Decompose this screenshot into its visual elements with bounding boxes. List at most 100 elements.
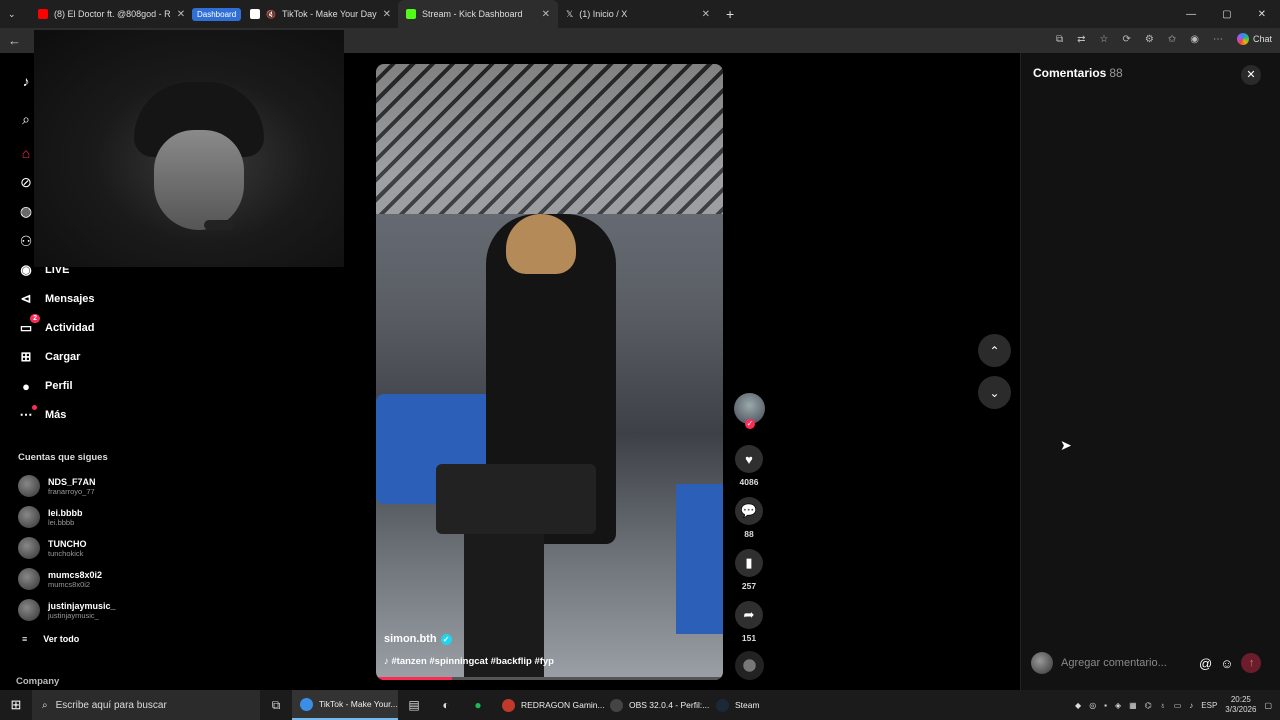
tab-kick[interactable]: Stream - Kick Dashboard ✕: [398, 0, 558, 28]
tab-label: TikTok - Make Your Day: [281, 9, 377, 19]
translate-icon[interactable]: ⇄: [1077, 34, 1085, 45]
tab-youtube[interactable]: (8) El Doctor ft. @808god - R ✕: [30, 0, 188, 28]
copilot-chat-button[interactable]: Chat: [1236, 33, 1272, 45]
nav-label: Más: [45, 409, 67, 421]
search-icon[interactable]: ⌕: [18, 111, 34, 127]
steam-icon[interactable]: ◐: [430, 690, 462, 720]
bookmark-icon[interactable]: ▮: [735, 549, 763, 577]
volume-icon[interactable]: ♪: [1189, 701, 1193, 710]
following-account[interactable]: lei.bbbb lei.bbbb: [18, 506, 83, 528]
maximize-icon[interactable]: ▢: [1222, 9, 1231, 20]
video-player[interactable]: [376, 64, 723, 680]
music-disc-icon[interactable]: [735, 651, 764, 680]
explore-icon[interactable]: ⊘: [18, 174, 34, 190]
mention-icon[interactable]: @: [1199, 656, 1212, 671]
tray-app-icon[interactable]: ◎: [1089, 701, 1096, 710]
taskbar-app[interactable]: Steam: [708, 690, 778, 720]
comment-input[interactable]: [1061, 657, 1191, 669]
like-action[interactable]: ♥ 4086: [734, 445, 764, 487]
profile-avatar-icon[interactable]: ◉: [1190, 34, 1199, 45]
clock[interactable]: 20:25 3/3/2026: [1225, 695, 1256, 715]
home-icon[interactable]: ⌂: [18, 145, 34, 161]
window-controls: — ▢ ✕: [1186, 9, 1280, 20]
share-icon[interactable]: ➦: [735, 601, 763, 629]
nav-activity[interactable]: ▭ 2 Actividad: [17, 314, 95, 337]
share-action[interactable]: ➦ 151: [734, 601, 764, 643]
microphone-icon[interactable]: ♁: [1160, 701, 1166, 710]
app-available-icon[interactable]: ⧉: [1056, 34, 1063, 45]
language-indicator[interactable]: ESP: [1201, 701, 1217, 710]
tab-dashboard[interactable]: Dashboard: [188, 0, 242, 28]
hashtags-text: #tanzen #spinningcat #backflip #fyp: [391, 656, 554, 667]
share-count: 151: [741, 633, 757, 643]
close-window-icon[interactable]: ✕: [1258, 9, 1266, 20]
emoji-icon[interactable]: ☺: [1220, 656, 1233, 671]
display-icon[interactable]: ▭: [1174, 701, 1182, 710]
tray-app-icon[interactable]: ◆: [1075, 701, 1081, 710]
see-all-button[interactable]: ≡ Ver todo: [22, 634, 79, 644]
follow-check-icon[interactable]: ✓: [745, 419, 755, 429]
close-tab-icon[interactable]: ✕: [177, 9, 185, 20]
comments-title: Comentarios 88: [1033, 66, 1123, 80]
taskbar-app[interactable]: OBS 32.0.4 - Perfil:...: [602, 690, 709, 720]
company-link[interactable]: Company: [16, 676, 59, 687]
taskbar-app[interactable]: TikTok - Make Your...: [292, 690, 398, 720]
nav-profile[interactable]: ● Perfil: [17, 377, 72, 395]
start-button[interactable]: ⊞: [0, 690, 32, 720]
minimize-icon[interactable]: —: [1186, 9, 1196, 20]
muted-icon: 🔇: [266, 9, 276, 19]
refresh-icon[interactable]: ⟳: [1123, 34, 1131, 45]
nav-messages[interactable]: ⊲ Mensajes: [17, 290, 95, 308]
notifications-icon[interactable]: ▢: [1264, 701, 1272, 710]
following-account[interactable]: TUNCHO tunchokick: [18, 537, 87, 559]
video-progress-fill: [376, 677, 453, 680]
spotify-icon[interactable]: ●: [462, 690, 494, 720]
following-account[interactable]: NDS_F7AN franarroyo_77: [18, 475, 96, 497]
tray-app-icon[interactable]: ◈: [1115, 701, 1121, 710]
back-arrow-icon[interactable]: ←: [8, 33, 21, 48]
following-account[interactable]: justinjaymusic_ justinjaymusic_: [18, 599, 116, 621]
terminal-icon[interactable]: ▤: [398, 690, 430, 720]
video-hashtags[interactable]: ♪ #tanzen #spinningcat #backflip #fyp: [384, 656, 554, 667]
live-icon: ◉: [20, 262, 32, 277]
new-tab-button[interactable]: +: [718, 0, 744, 28]
network-icon[interactable]: ⌬: [1145, 701, 1152, 710]
previous-video-button[interactable]: ⌃: [978, 334, 1011, 367]
tiktok-logo-icon[interactable]: ♪: [18, 73, 34, 89]
more-menu-icon[interactable]: ⋯: [1213, 34, 1223, 45]
windows-logo-icon: ⊞: [10, 697, 22, 712]
nav-more[interactable]: ⋯ Más: [17, 405, 67, 424]
taskbar-app[interactable]: REDRAGON Gamin...: [494, 690, 605, 720]
close-tab-icon[interactable]: ✕: [542, 9, 550, 20]
account-name: TUNCHO: [48, 538, 87, 549]
nav-upload[interactable]: ⊞ Cargar: [17, 348, 81, 366]
friends-icon[interactable]: ⚇: [18, 233, 34, 249]
close-comments-button[interactable]: ✕: [1241, 65, 1261, 85]
chat-label: Chat: [1252, 34, 1272, 44]
favorites-icon[interactable]: ✩: [1168, 34, 1176, 45]
extensions-icon[interactable]: ⚙: [1145, 34, 1154, 45]
tab-list-button[interactable]: ⌄: [0, 0, 30, 28]
favorite-star-icon[interactable]: ☆: [1100, 34, 1109, 45]
save-action[interactable]: ▮ 257: [734, 549, 764, 591]
video-progress-bar[interactable]: [376, 677, 723, 680]
comment-icon[interactable]: 💬: [735, 497, 763, 525]
tray-app-icon[interactable]: ▦: [1129, 701, 1137, 710]
following-account[interactable]: mumcs8x0i2 mumcs8x0i2: [18, 568, 102, 590]
next-video-button[interactable]: ⌄: [978, 376, 1011, 409]
comment-action[interactable]: 💬 88: [734, 497, 764, 539]
send-comment-button[interactable]: ↑: [1241, 653, 1262, 673]
tab-tiktok[interactable]: 🔇 TikTok - Make Your Day ✕: [242, 0, 398, 28]
video-author[interactable]: simon.bth ✓: [384, 633, 452, 645]
webcam-headset-shape: [204, 220, 234, 230]
avatar: [18, 568, 40, 590]
close-tab-icon[interactable]: ✕: [383, 9, 391, 20]
heart-icon[interactable]: ♥: [735, 445, 763, 473]
tray-app-icon[interactable]: ▪: [1104, 701, 1107, 710]
following-avatar-icon[interactable]: ◍: [18, 203, 34, 219]
task-view-icon[interactable]: ⧉: [260, 690, 292, 720]
tab-x[interactable]: 𝕏 (1) Inicio / X ✕: [558, 0, 718, 28]
taskbar-search[interactable]: ⌕ Escribe aquí para buscar: [32, 690, 260, 720]
avatar: [18, 506, 40, 528]
close-tab-icon[interactable]: ✕: [702, 9, 710, 20]
